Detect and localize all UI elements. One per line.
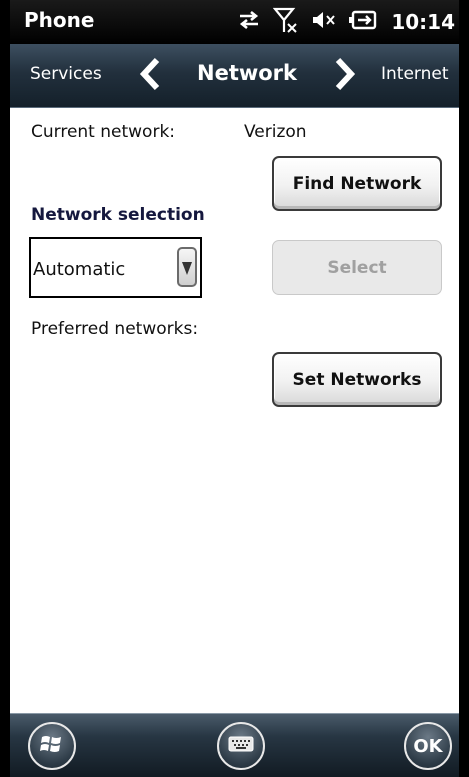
select-label: Select	[327, 257, 387, 278]
set-networks-label: Set Networks	[292, 369, 422, 390]
keyboard-button[interactable]	[217, 722, 265, 770]
find-network-button[interactable]: Find Network	[272, 156, 442, 211]
clock: 10:14	[391, 10, 455, 34]
select-button[interactable]: Select	[272, 240, 442, 295]
no-signal-icon	[273, 6, 299, 38]
battery-charging-icon	[349, 9, 379, 35]
network-selection-value: Automatic	[33, 259, 126, 280]
phone-screen: Phone 10:14 Services Network Internet Cu…	[10, 0, 459, 777]
dropdown-arrow-icon[interactable]	[177, 247, 197, 287]
status-bar: Phone 10:14	[10, 0, 459, 44]
chevron-right-icon[interactable]	[333, 56, 357, 96]
windows-logo-icon	[39, 732, 65, 760]
app-title: Phone	[24, 8, 95, 32]
keyboard-icon	[228, 735, 254, 757]
ok-label: OK	[413, 735, 443, 757]
title-bar: Services Network Internet	[10, 44, 459, 108]
bottom-bar: OK	[10, 713, 459, 777]
nav-next-label[interactable]: Internet	[381, 64, 449, 84]
set-networks-button[interactable]: Set Networks	[272, 352, 442, 407]
current-network-value: Verizon	[244, 122, 307, 142]
data-transfer-icon	[237, 8, 261, 36]
current-network-label: Current network:	[31, 122, 176, 142]
speaker-muted-icon	[311, 8, 337, 36]
network-selection-dropdown[interactable]: Automatic	[29, 237, 202, 298]
nav-prev-label[interactable]: Services	[30, 64, 102, 84]
preferred-networks-label: Preferred networks:	[31, 319, 199, 339]
chevron-left-icon[interactable]	[138, 56, 162, 96]
start-button[interactable]	[28, 722, 76, 770]
find-network-label: Find Network	[292, 173, 422, 194]
network-selection-heading: Network selection	[31, 205, 205, 225]
ok-button[interactable]: OK	[404, 722, 452, 770]
status-icons: 10:14	[225, 4, 459, 40]
page-title: Network	[197, 61, 298, 85]
